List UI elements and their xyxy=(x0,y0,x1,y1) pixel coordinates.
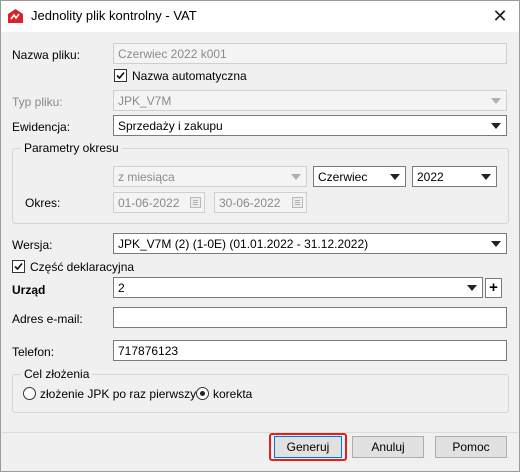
auto-name-label: Nazwa automatyczna xyxy=(132,69,247,83)
version-value: JPK_V7M (2) (1-0E) (01.01.2022 - 31.12.2… xyxy=(118,237,369,251)
checkmark-icon xyxy=(116,71,125,80)
cancel-button[interactable]: Anuluj xyxy=(352,436,424,458)
period-type-select[interactable]: z miesiąca xyxy=(113,166,307,187)
date-from-value: 01-06-2022 xyxy=(118,196,180,210)
submission-purpose-legend: Cel złożenia xyxy=(21,367,93,381)
declaration-part-checkbox[interactable] xyxy=(12,260,25,273)
window-title: Jednolity plik kontrolny - VAT xyxy=(31,8,197,23)
phone-field[interactable]: 717876123 xyxy=(113,340,507,361)
date-to-value: 30-06-2022 xyxy=(219,196,281,210)
checkmark-icon xyxy=(14,262,23,271)
help-button[interactable]: Pomoc xyxy=(435,436,507,458)
chevron-down-icon xyxy=(481,174,491,180)
register-label: Ewidencja: xyxy=(12,120,71,134)
file-type-value: JPK_V7M xyxy=(118,94,172,108)
calendar-icon[interactable] xyxy=(292,197,303,208)
chevron-down-icon xyxy=(467,285,477,291)
file-name-label: Nazwa pliku: xyxy=(12,48,81,62)
phone-label: Telefon: xyxy=(12,345,55,359)
date-from-field[interactable]: 01-06-2022 xyxy=(113,192,205,213)
file-type-select[interactable]: JPK_V7M xyxy=(113,90,507,111)
correction-label: korekta xyxy=(213,387,253,401)
year-value: 2022 xyxy=(417,170,444,184)
declaration-part-label: Część deklaracyjna xyxy=(30,260,135,274)
highlight-box xyxy=(269,433,347,461)
chevron-down-icon xyxy=(491,123,501,129)
chevron-down-icon xyxy=(491,241,501,247)
first-submission-label: złożenie JPK po raz pierwszy xyxy=(40,387,197,401)
version-select[interactable]: JPK_V7M (2) (1-0E) (01.01.2022 - 31.12.2… xyxy=(113,233,507,254)
file-name-field[interactable]: Czerwiec 2022 k001 xyxy=(113,43,507,64)
tax-office-value: 2 xyxy=(118,281,125,295)
email-field[interactable] xyxy=(113,307,507,328)
tax-office-label: Urząd xyxy=(12,283,46,297)
tax-office-select[interactable]: 2 xyxy=(113,277,483,298)
month-value: Czerwiec xyxy=(318,170,368,184)
period-parameters-legend: Parametry okresu xyxy=(21,141,122,155)
app-logo-icon xyxy=(7,8,24,25)
correction-radio[interactable] xyxy=(196,387,209,400)
auto-name-checkbox[interactable] xyxy=(114,69,127,82)
dialog-window: Jednolity plik kontrolny - VAT ✕ Nazwa p… xyxy=(0,0,520,472)
chevron-down-icon xyxy=(291,174,301,180)
chevron-down-icon xyxy=(390,174,400,180)
email-label: Adres e-mail: xyxy=(12,312,83,326)
version-label: Wersja: xyxy=(12,238,53,252)
month-select[interactable]: Czerwiec xyxy=(313,166,406,187)
add-tax-office-button[interactable]: + xyxy=(485,278,502,298)
date-to-field[interactable]: 30-06-2022 xyxy=(214,192,307,213)
year-select[interactable]: 2022 xyxy=(412,166,497,187)
close-icon[interactable]: ✕ xyxy=(489,5,511,27)
period-label: Okres: xyxy=(25,196,61,210)
first-submission-radio[interactable] xyxy=(23,387,36,400)
register-select[interactable]: Sprzedaży i zakupu xyxy=(113,115,507,136)
file-type-label: Typ pliku: xyxy=(12,95,63,109)
title-bar: Jednolity plik kontrolny - VAT ✕ xyxy=(1,1,519,32)
chevron-down-icon xyxy=(491,98,501,104)
calendar-icon[interactable] xyxy=(190,197,201,208)
register-value: Sprzedaży i zakupu xyxy=(118,119,223,133)
radio-selected-dot xyxy=(200,391,205,396)
period-type-value: z miesiąca xyxy=(118,170,175,184)
